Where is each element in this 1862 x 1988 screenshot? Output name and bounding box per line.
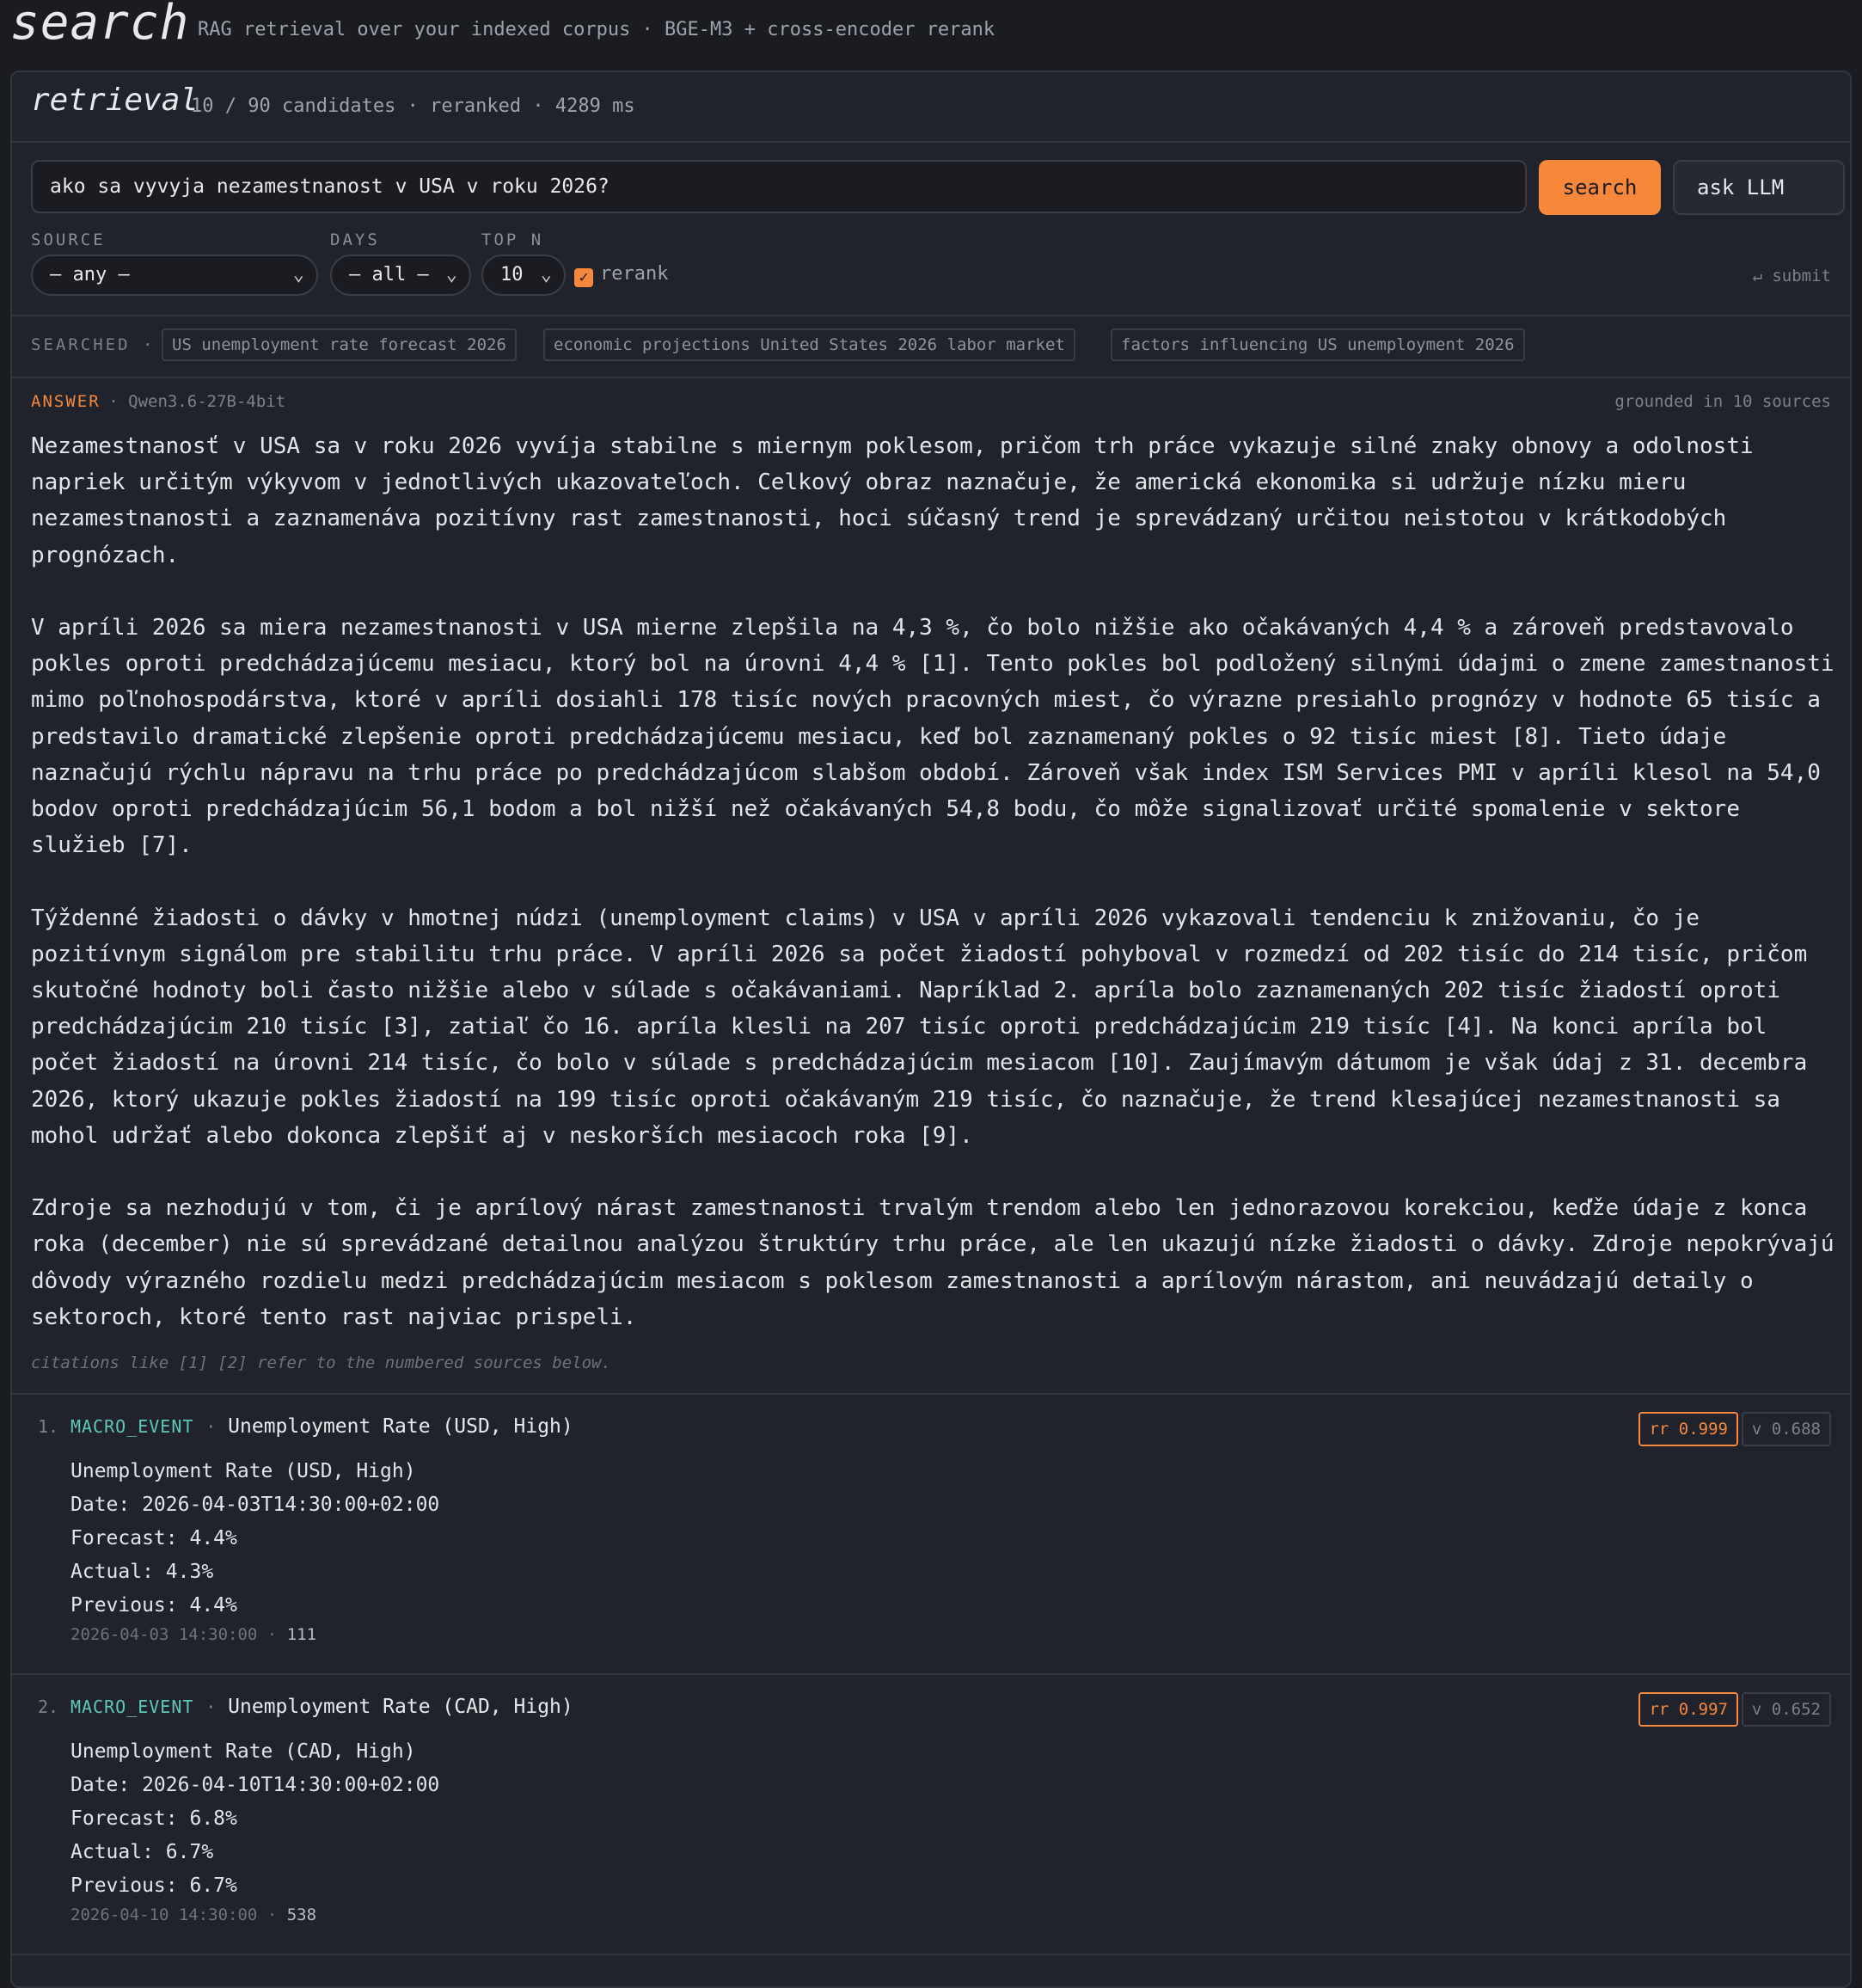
citation-note: citations like [1] [2] refer to the numb…: [31, 1353, 611, 1372]
result-date: 2026-04-10 14:30:00: [70, 1905, 258, 1924]
snippet-line: Actual: 6.7%: [70, 1841, 214, 1863]
chevron-down-icon: ⌄: [445, 264, 457, 285]
searched-query-chip[interactable]: factors influencing US unemployment 2026: [1111, 328, 1525, 361]
result-source-tag: MACRO_EVENT: [70, 1697, 194, 1717]
vector-score-badge: v 0.688: [1741, 1412, 1831, 1446]
source-select[interactable]: — any — ⌄: [31, 255, 318, 296]
separator-dot: ·: [205, 1697, 217, 1717]
answer-paragraph: V apríli 2026 sa miera nezamestnanosti v…: [31, 615, 1834, 859]
searched-query-chip[interactable]: US unemployment rate forecast 2026: [162, 328, 517, 361]
separator-dot: ·: [266, 1625, 287, 1644]
snippet-line: Unemployment Rate (CAD, High): [70, 1740, 416, 1763]
source-select-value: — any —: [50, 264, 130, 285]
source-filter-label: SOURCE: [31, 230, 106, 249]
snippet-line: Previous: 6.7%: [70, 1874, 237, 1897]
searched-queries-row: SEARCHED · US unemployment rate forecast…: [12, 315, 1850, 378]
snippet-line: Date: 2026-04-10T14:30:00+02:00: [70, 1774, 440, 1796]
result-footer: 2026-04-10 14:30:00 · 538: [70, 1905, 316, 1924]
days-select-value: — all —: [349, 264, 429, 285]
chevron-down-icon: ⌄: [292, 264, 304, 285]
result-date: 2026-04-03 14:30:00: [70, 1625, 258, 1644]
snippet-line: Actual: 4.3%: [70, 1561, 214, 1583]
snippet-line: Unemployment Rate (USD, High): [70, 1460, 416, 1482]
grounded-sources: grounded in 10 sources: [1614, 392, 1831, 411]
result-title[interactable]: Unemployment Rate (CAD, High): [228, 1696, 573, 1718]
results-list: 1. MACRO_EVENT · Unemployment Rate (USD,…: [12, 1393, 1850, 1986]
topn-select-value: 10: [500, 264, 524, 285]
search-button[interactable]: search: [1539, 160, 1661, 215]
topn-select[interactable]: 10 ⌄: [481, 255, 566, 296]
result-item[interactable]: 2. MACRO_EVENT · Unemployment Rate (CAD,…: [12, 1673, 1850, 1954]
panel-header: retrieval 10 / 90 candidates · reranked …: [12, 72, 1850, 143]
query-row: ako sa vyvyja nezamestnanost v USA v rok…: [31, 160, 1845, 217]
answer-model: · Qwen3.6-27B-4bit: [108, 392, 286, 411]
topn-filter-label: TOP N: [481, 230, 544, 249]
snippet-line: Forecast: 6.8%: [70, 1807, 237, 1830]
answer-label: ANSWER: [31, 392, 101, 411]
rerank-toggle[interactable]: ✓ rerank: [574, 263, 668, 287]
chevron-down-icon: ⌄: [540, 264, 552, 285]
result-snippet: Unemployment Rate (USD, High) Date: 2026…: [70, 1455, 439, 1623]
app-tagline: RAG retrieval over your indexed corpus ·…: [198, 19, 995, 40]
separator-dot: ·: [266, 1905, 287, 1924]
ask-llm-button[interactable]: ask LLM: [1673, 160, 1845, 215]
retrieval-panel: retrieval 10 / 90 candidates · reranked …: [10, 71, 1852, 1988]
result-item[interactable]: [12, 1954, 1850, 1986]
submit-hint: ↵ submit: [1752, 267, 1831, 285]
rerank-score-badge: rr 0.999: [1638, 1412, 1738, 1446]
result-id: 538: [286, 1905, 317, 1924]
vector-score-badge: v 0.652: [1741, 1692, 1831, 1727]
top-bar: search RAG retrieval over your indexed c…: [0, 0, 1862, 69]
snippet-line: Date: 2026-04-03T14:30:00+02:00: [70, 1494, 440, 1516]
result-number: 1.: [38, 1416, 59, 1437]
days-select[interactable]: — all — ⌄: [330, 255, 471, 296]
snippet-line: Forecast: 4.4%: [70, 1527, 237, 1549]
separator-dot: ·: [205, 1416, 217, 1437]
answer-header: ANSWER · Qwen3.6-27B-4bit grounded in 10…: [31, 392, 1831, 418]
rerank-label: rerank: [600, 263, 669, 285]
result-id: 111: [286, 1625, 317, 1644]
result-number: 2.: [38, 1697, 59, 1717]
app-title: search: [10, 0, 190, 51]
answer-paragraph: Nezamestnanosť v USA sa v roku 2026 vyví…: [31, 433, 1754, 568]
result-title[interactable]: Unemployment Rate (USD, High): [228, 1415, 573, 1438]
result-header: 1. MACRO_EVENT · Unemployment Rate (USD,…: [38, 1415, 573, 1438]
answer-text: Nezamestnanosť v USA sa v roku 2026 vyví…: [31, 428, 1845, 1371]
result-source-tag: MACRO_EVENT: [70, 1416, 194, 1437]
query-input[interactable]: ako sa vyvyja nezamestnanost v USA v rok…: [31, 160, 1527, 213]
result-item[interactable]: 1. MACRO_EVENT · Unemployment Rate (USD,…: [12, 1393, 1850, 1673]
result-snippet: Unemployment Rate (CAD, High) Date: 2026…: [70, 1735, 439, 1903]
searched-query-chip[interactable]: economic projections United States 2026 …: [543, 328, 1075, 361]
days-filter-label: DAYS: [330, 230, 380, 249]
result-footer: 2026-04-03 14:30:00 · 111: [70, 1625, 316, 1644]
checkbox-checked-icon[interactable]: ✓: [574, 268, 593, 287]
searched-label: SEARCHED ·: [31, 335, 156, 354]
retrieval-stats: 10 / 90 candidates · reranked · 4289 ms: [191, 95, 635, 117]
answer-paragraph: Týždenné žiadosti o dávky v hmotnej núdz…: [31, 905, 1808, 1149]
panel-title: retrieval: [31, 83, 199, 118]
snippet-line: Previous: 4.4%: [70, 1594, 237, 1617]
result-header: 2. MACRO_EVENT · Unemployment Rate (CAD,…: [38, 1696, 573, 1718]
answer-paragraph: Zdroje sa nezhodujú v tom, či je aprílov…: [31, 1195, 1834, 1330]
rerank-score-badge: rr 0.997: [1638, 1692, 1738, 1727]
